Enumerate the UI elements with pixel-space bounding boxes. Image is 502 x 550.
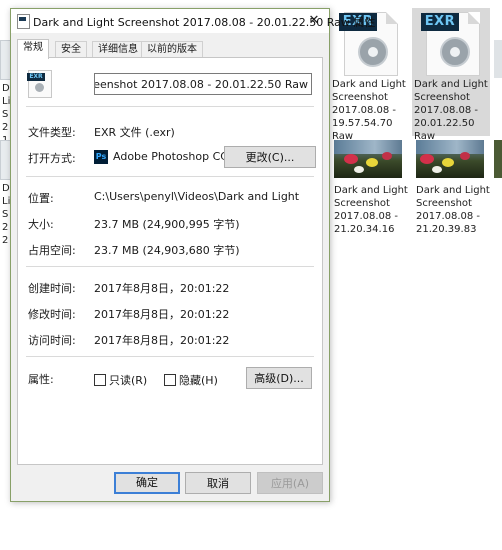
close-button[interactable]: ✕ xyxy=(299,9,329,33)
general-tab-panel: EXR Dark and Light Screenshot 2017.08.08… xyxy=(17,57,323,465)
file-icon xyxy=(17,14,30,29)
exr-badge: EXR xyxy=(421,13,459,31)
created-value: 2017年8月8日，20:01:22 xyxy=(94,282,230,295)
file-name-line: Screenshot xyxy=(334,198,390,209)
thumb-flower xyxy=(442,158,454,167)
ok-button[interactable]: 确定 xyxy=(114,472,180,494)
thumb-flower xyxy=(354,166,364,173)
file-name-field[interactable]: Dark and Light Screenshot 2017.08.08 - 2… xyxy=(94,73,312,95)
thumb-flower xyxy=(432,166,442,173)
file-type-value: EXR 文件 (.exr) xyxy=(94,126,175,139)
thumb-flower xyxy=(460,152,470,160)
photoshop-icon: Ps xyxy=(94,150,108,164)
file-name: Dark and Light Screenshot 2017.08.08 - 1… xyxy=(332,78,412,143)
page-fold xyxy=(386,12,398,24)
photo-thumbnail xyxy=(334,140,402,178)
advanced-button[interactable]: 高级(D)... xyxy=(246,367,312,389)
location-value: C:\Users\penyl\Videos\Dark and Light xyxy=(94,190,300,203)
thumb-sky xyxy=(334,140,402,154)
change-button[interactable]: 更改(C)... xyxy=(224,146,316,168)
partial-right-thumbnail[interactable] xyxy=(494,140,502,178)
aperture-icon xyxy=(440,37,470,67)
file-name-line: 21.20.39.83 xyxy=(416,224,477,235)
size-label: 大小: xyxy=(28,218,54,231)
modified-value: 2017年8月8日，20:01:22 xyxy=(94,308,230,321)
accessed-value: 2017年8月8日，20:01:22 xyxy=(94,334,230,347)
cancel-button[interactable]: 取消 xyxy=(185,472,251,494)
partial-right-thumbnail[interactable] xyxy=(494,40,502,78)
location-label: 位置: xyxy=(28,192,54,205)
thumb-flower xyxy=(366,158,378,167)
thumb-flower xyxy=(344,154,358,164)
page-fold xyxy=(468,12,480,24)
file-name: Dark and Light Screenshot 2017.08.08 - 2… xyxy=(416,184,496,236)
close-icon: ✕ xyxy=(308,13,320,28)
checkbox-box[interactable] xyxy=(164,374,176,386)
hidden-label: 隐藏(H) xyxy=(179,374,218,387)
file-name-line: 21.20.34.16 xyxy=(334,224,395,235)
open-with-label: 打开方式: xyxy=(28,152,76,165)
file-name: Dark and Light Screenshot 2017.08.08 - 2… xyxy=(334,184,414,236)
file-name-line: 2017.08.08 - xyxy=(416,211,481,222)
properties-dialog: Dark and Light Screenshot 2017.08.08 - 2… xyxy=(10,8,375,502)
divider xyxy=(26,106,314,107)
exr-file-icon: EXR xyxy=(27,70,52,98)
file-name-line: Dark and Light xyxy=(416,185,490,196)
thumb-flower xyxy=(420,154,434,164)
tab-security[interactable]: 安全 xyxy=(55,41,87,58)
tab-general[interactable]: 常规 xyxy=(17,39,49,59)
attributes-label: 属性: xyxy=(28,373,54,386)
file-name-line: Dark and Light xyxy=(332,79,406,90)
exr-badge: EXR xyxy=(27,73,45,81)
file-name-line: Screenshot xyxy=(416,198,472,209)
hidden-checkbox[interactable]: 隐藏(H) xyxy=(164,372,218,388)
file-item-photo-21-20-39[interactable]: Dark and Light Screenshot 2017.08.08 - 2… xyxy=(414,140,494,235)
divider xyxy=(26,176,314,177)
thumb-flower xyxy=(382,152,392,160)
created-label: 创建时间: xyxy=(28,282,76,295)
divider xyxy=(26,266,314,267)
file-item-photo-21-20-34[interactable]: Dark and Light Screenshot 2017.08.08 - 2… xyxy=(332,140,412,235)
tab-previous-versions[interactable]: 以前的版本 xyxy=(141,41,203,58)
size-on-disk-label: 占用空间: xyxy=(28,244,76,257)
photo-thumbnail xyxy=(416,140,484,178)
aperture-icon xyxy=(35,83,44,92)
divider xyxy=(26,356,314,357)
file-name-value: Dark and Light Screenshot 2017.08.08 - 2… xyxy=(94,78,308,91)
file-name-line: 2017.08.08 - xyxy=(334,211,399,222)
file-item-exr-20-01[interactable]: EXR Dark and Light Screenshot 2017.08.08… xyxy=(412,8,490,142)
title-bar[interactable]: Dark and Light Screenshot 2017.08.08 - 2… xyxy=(11,9,375,33)
checkbox-box[interactable] xyxy=(94,374,106,386)
tab-details[interactable]: 详细信息 xyxy=(92,41,144,58)
readonly-checkbox[interactable]: 只读(R) xyxy=(94,372,147,388)
readonly-label: 只读(R) xyxy=(109,374,148,387)
modified-label: 修改时间: xyxy=(28,308,76,321)
file-name: Dark and Light Screenshot 2017.08.08 - 2… xyxy=(414,78,494,143)
accessed-label: 访问时间: xyxy=(28,334,76,347)
exr-file-icon: EXR xyxy=(421,12,480,76)
file-name-line: Dark and Light xyxy=(414,79,488,90)
apply-button[interactable]: 应用(A) xyxy=(257,472,323,494)
open-with-value: Adobe Photoshop CC xyxy=(113,150,228,163)
file-name-line: Screenshot xyxy=(414,92,470,103)
file-name-line: Screenshot xyxy=(332,92,388,103)
file-name-line: 2017.08.08 - xyxy=(332,105,397,116)
file-type-label: 文件类型: xyxy=(28,126,76,139)
size-value: 23.7 MB (24,900,995 字节) xyxy=(94,218,240,231)
aperture-icon xyxy=(358,37,388,67)
file-name-line: Dark and Light xyxy=(334,185,408,196)
size-on-disk-value: 23.7 MB (24,903,680 字节) xyxy=(94,244,240,257)
thumb-sky xyxy=(416,140,484,154)
file-name-line: 2017.08.08 - xyxy=(414,105,479,116)
